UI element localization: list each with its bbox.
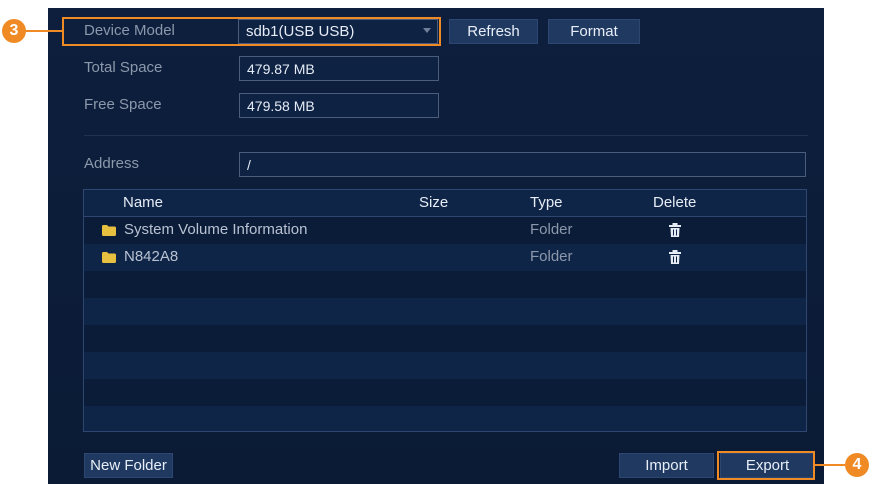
trash-icon[interactable] <box>669 250 681 264</box>
format-button[interactable]: Format <box>548 19 640 44</box>
new-folder-button[interactable]: New Folder <box>84 453 173 478</box>
free-space-label: Free Space <box>84 96 162 113</box>
file-name: N842A8 <box>124 248 179 265</box>
address-input[interactable]: / <box>239 152 806 177</box>
column-header-name: Name <box>123 194 164 211</box>
file-list-header: Name Size Type Delete <box>84 190 806 217</box>
file-type: Folder <box>530 221 573 238</box>
callout-line-4 <box>815 464 845 466</box>
column-header-delete: Delete <box>653 194 697 211</box>
callout-line-3 <box>24 30 62 32</box>
free-space-field: 479.58 MB <box>239 93 439 118</box>
storage-panel: Device Model sdb1(USB USB) Refresh Forma… <box>48 8 824 484</box>
import-button[interactable]: Import <box>619 453 714 478</box>
folder-icon <box>102 252 116 263</box>
column-header-type: Type <box>530 194 563 211</box>
refresh-button[interactable]: Refresh <box>449 19 538 44</box>
folder-icon <box>102 225 116 236</box>
divider <box>84 135 808 136</box>
file-name: System Volume Information <box>124 221 308 238</box>
callout-badge-3: 3 <box>2 19 26 43</box>
column-header-size: Size <box>419 194 449 211</box>
table-row[interactable]: N842A8 Folder <box>84 244 806 271</box>
total-space-field: 479.87 MB <box>239 56 439 81</box>
callout-badge-4: 4 <box>845 453 869 477</box>
export-highlight <box>717 451 815 480</box>
file-type: Folder <box>530 248 573 265</box>
address-label: Address <box>84 155 140 172</box>
total-space-label: Total Space <box>84 59 163 76</box>
device-model-highlight <box>62 17 441 46</box>
file-list: Name Size Type Delete System Volume Info… <box>83 189 807 432</box>
table-row[interactable]: System Volume Information Folder <box>84 217 806 244</box>
trash-icon[interactable] <box>669 223 681 237</box>
